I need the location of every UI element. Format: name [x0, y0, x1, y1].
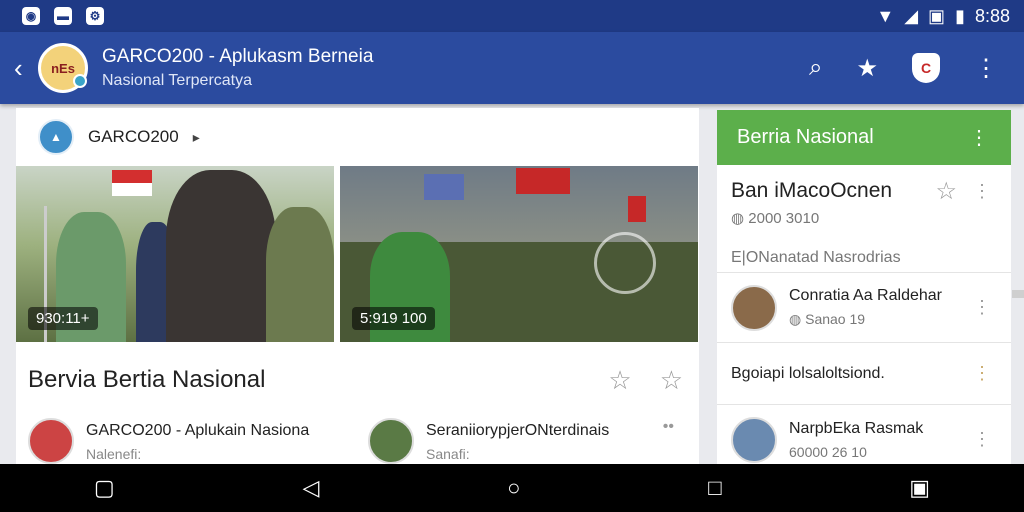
- star-icon[interactable]: ☆: [935, 177, 957, 206]
- post-subtitle: Sanafi:: [426, 446, 470, 462]
- status-notifications: ◉ ▬ ⚙: [0, 7, 104, 25]
- app-bar: ‹ nEs GARCO200 - Aplukasm Berneia Nasion…: [0, 32, 1024, 104]
- image-row: 930:11+ 5:919 100: [16, 166, 699, 342]
- more-options-icon[interactable]: ⋮: [969, 125, 1011, 150]
- sidebar-item-text: Conratia Aa Raldehar ◍ Sanao 19: [789, 287, 942, 328]
- app-actions: ⌕ ★ C ⋮: [809, 53, 1024, 83]
- post-row: GARCO200 - Aplukain Nasiona Nalenefi: Se…: [16, 418, 699, 464]
- image-overlay-label: 930:11+: [28, 307, 98, 330]
- post-item[interactable]: GARCO200 - Aplukain Nasiona Nalenefi:: [16, 418, 356, 464]
- headline-actions: ☆ ☆: [608, 365, 699, 396]
- sidebar-item[interactable]: Conratia Aa Raldehar ◍ Sanao 19 ⋮: [717, 273, 1011, 343]
- wifi-icon: ▼: [876, 5, 895, 26]
- featured-date: ◍ 2000 3010: [731, 210, 820, 227]
- status-bar: ◉ ▬ ⚙ ▼ ◢ ▣ ▮ 8:88: [0, 0, 1024, 32]
- post-text: GARCO200 - Aplukain Nasiona Nalenefi:: [86, 418, 309, 462]
- flag: [516, 168, 570, 194]
- featured-card[interactable]: Ban iMacoOcnen ◍ 2000 3010 E|ONanatad Na…: [717, 165, 1011, 273]
- post-subtitle: Nalenefi:: [86, 446, 142, 462]
- sidebar-title: Berria Nasional: [737, 126, 874, 148]
- sidebar-item-subtitle: 60000 26 10: [789, 444, 867, 460]
- news-image-2[interactable]: 5:919 100: [340, 166, 698, 342]
- bookmark-star-icon[interactable]: ★: [856, 54, 878, 83]
- more-options-icon[interactable]: ⋮: [973, 363, 991, 384]
- sidebar-item-subtitle-text: Sanao 19: [805, 311, 866, 327]
- recents-square-icon[interactable]: □: [708, 475, 721, 501]
- avatar: [368, 418, 414, 464]
- signal-icon: ◢: [904, 5, 919, 26]
- more-options-icon[interactable]: ⋮: [973, 429, 991, 450]
- news-image-1[interactable]: 930:11+: [16, 166, 334, 342]
- scrollbar[interactable]: [1012, 290, 1024, 298]
- more-options-icon[interactable]: ⋮: [973, 181, 991, 202]
- back-arrow-icon[interactable]: ‹: [14, 53, 38, 84]
- sidebar-panel: Berria Nasional ⋮ Ban iMacoOcnen ◍ 2000 …: [717, 110, 1011, 464]
- app-title: GARCO200 - Aplukasm Berneia: [102, 46, 374, 67]
- avatar: [28, 418, 74, 464]
- headline[interactable]: Bervia Bertia Nasional: [28, 366, 265, 394]
- person-figure: [166, 170, 276, 342]
- system-nav-bar: ▢ ◁ ○ □ ▣: [0, 464, 1024, 512]
- star-icon[interactable]: ☆: [660, 365, 683, 396]
- share-icon[interactable]: ☆: [608, 365, 631, 396]
- sidebar-item-subtitle: ◍ Sanao 19: [789, 311, 866, 327]
- featured-title: Ban iMacoOcnen: [731, 179, 893, 202]
- search-icon[interactable]: ⌕: [809, 54, 822, 82]
- sim-icon: ▣: [928, 5, 946, 26]
- app-subtitle: Nasional Terpercatya: [102, 72, 253, 89]
- notification-icon: ◉: [22, 7, 40, 25]
- headline-row: Bervia Bertia Nasional ☆ ☆: [16, 342, 699, 418]
- source-logo: ▲: [38, 119, 74, 155]
- post-title: GARCO200 - Aplukain Nasiona: [86, 422, 310, 439]
- news-card: ▲ GARCO200 ▸ 930:11+ 5:919 100 Bervia Be…: [16, 108, 699, 464]
- sidebar-header: Berria Nasional ⋮: [717, 110, 1011, 165]
- more-options-icon[interactable]: ••: [663, 418, 696, 436]
- play-circle-icon[interactable]: [594, 232, 656, 294]
- avatar: [731, 417, 777, 463]
- more-options-icon[interactable]: ⋮: [974, 54, 998, 83]
- image-overlay-label: 5:919 100: [352, 307, 435, 330]
- battery-icon: ▮: [955, 5, 965, 26]
- person-figure: [266, 207, 334, 342]
- avatar: [731, 284, 777, 331]
- flag: [424, 174, 464, 200]
- sidebar-item-text: NarpbEka Rasmak 60000 26 10: [789, 420, 923, 460]
- post-title: SeraniiorypjerONterdinais: [426, 422, 610, 439]
- chevron-right-icon: ▸: [192, 128, 200, 145]
- app-logo: nEs: [38, 43, 88, 93]
- flag: [628, 196, 646, 222]
- source-name: GARCO200: [88, 127, 179, 146]
- post-text: SeraniiorypjerONterdinais Sanafi:: [426, 418, 609, 462]
- home-circle-icon[interactable]: ○: [507, 475, 520, 501]
- sidebar-item[interactable]: Bgoiapi lolsaloltsiond. ⋮: [717, 343, 1011, 405]
- sidebar-item-title: NarpbEka Rasmak: [789, 420, 924, 437]
- featured-date-text: 2000 3010: [748, 210, 820, 227]
- more-options-icon[interactable]: ⋮: [973, 297, 991, 318]
- flag: [112, 170, 152, 196]
- sidebar-item-title: Conratia Aa Raldehar: [789, 287, 942, 304]
- back-triangle-icon[interactable]: ◁: [302, 475, 319, 501]
- sidebar-item-title: Bgoiapi lolsaloltsiond.: [731, 364, 885, 382]
- post-item[interactable]: SeraniiorypjerONterdinais Sanafi: ••: [356, 418, 696, 464]
- screenshot-icon[interactable]: ▣: [909, 475, 930, 501]
- shield-icon[interactable]: C: [912, 53, 940, 83]
- square-icon[interactable]: ▢: [94, 475, 115, 501]
- source-row[interactable]: ▲ GARCO200 ▸: [16, 108, 699, 166]
- status-system: ▼ ◢ ▣ ▮ 8:88: [876, 6, 1024, 27]
- featured-desc: E|ONanatad Nasrodrias: [731, 249, 901, 266]
- message-icon: ▬: [54, 7, 72, 25]
- status-time: 8:88: [974, 5, 1010, 26]
- app-titles: GARCO200 - Aplukasm Berneia Nasional Ter…: [102, 46, 373, 90]
- app-logo-text: nEs: [51, 60, 75, 76]
- app-notification-icon: ⚙: [86, 7, 104, 25]
- verified-badge-icon: [73, 74, 87, 88]
